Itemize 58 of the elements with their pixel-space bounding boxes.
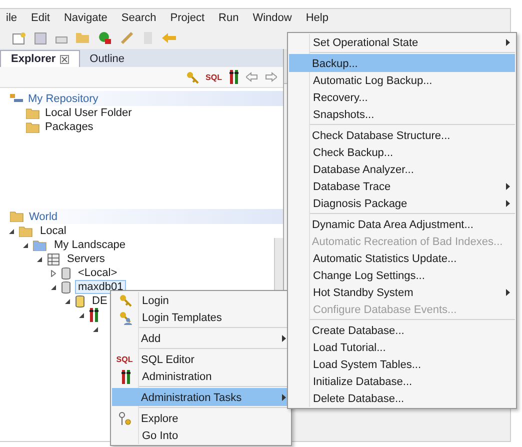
submenu-arrow-icon bbox=[506, 289, 510, 296]
submenu-arrow-icon bbox=[282, 394, 286, 401]
sql-icon: SQL bbox=[116, 355, 133, 364]
database-icon bbox=[75, 294, 85, 308]
expanded-arrow-icon[interactable] bbox=[51, 284, 56, 290]
menu-bar-item[interactable]: Search bbox=[121, 12, 156, 24]
menu-bar-item[interactable]: ile bbox=[6, 12, 18, 24]
tab[interactable]: Explorer bbox=[0, 50, 80, 67]
tree-item[interactable]: Local User Folder bbox=[45, 107, 132, 119]
tree-item[interactable]: maxdb01 bbox=[75, 280, 126, 294]
expanded-arrow-icon[interactable] bbox=[9, 228, 14, 234]
forward-icon[interactable] bbox=[265, 72, 277, 82]
new-icon[interactable] bbox=[12, 32, 26, 44]
bottles-icon bbox=[89, 308, 99, 322]
key-icon bbox=[119, 294, 132, 307]
folder-icon bbox=[33, 240, 47, 250]
submenu-arrow-icon bbox=[506, 200, 510, 207]
tree-item[interactable]: <Local> bbox=[75, 266, 120, 280]
server-list-icon bbox=[47, 252, 60, 266]
bottles-icon bbox=[120, 370, 130, 384]
menu-bar-item[interactable]: Run bbox=[218, 12, 239, 24]
menu-bar-item[interactable]: Edit bbox=[31, 12, 50, 24]
menu-bar-item[interactable]: Window bbox=[252, 12, 292, 24]
submenu-arrow-icon bbox=[506, 39, 510, 46]
database-icon bbox=[61, 280, 71, 294]
tree-item[interactable]: My Landscape bbox=[51, 238, 129, 252]
menu-bar-item[interactable]: Project bbox=[170, 12, 205, 24]
explore-icon bbox=[118, 412, 132, 426]
expanded-arrow-icon[interactable] bbox=[79, 312, 84, 318]
close-icon[interactable] bbox=[60, 54, 69, 64]
menu-item[interactable]: Administration Tasks bbox=[112, 385, 290, 406]
repository-icon bbox=[10, 94, 23, 104]
bottles-icon bbox=[229, 70, 239, 84]
tree-item[interactable]: DE bbox=[89, 294, 110, 308]
section-title: My Repository bbox=[28, 92, 98, 104]
expanded-arrow-icon[interactable] bbox=[37, 256, 42, 262]
key-icon bbox=[186, 70, 199, 84]
submenu-arrow-icon bbox=[282, 335, 286, 342]
expanded-arrow-icon[interactable] bbox=[93, 326, 98, 332]
save-icon[interactable] bbox=[34, 32, 47, 44]
folder-icon bbox=[10, 211, 24, 222]
tree-item[interactable]: Local bbox=[37, 224, 70, 238]
run-icon[interactable] bbox=[98, 31, 112, 45]
collapsed-arrow-icon[interactable] bbox=[51, 270, 56, 276]
sql-icon[interactable]: SQL bbox=[206, 72, 222, 82]
menu-item[interactable]: Backup... bbox=[289, 51, 515, 72]
back-icon[interactable] bbox=[246, 72, 258, 82]
menu-bar-item[interactable]: Help bbox=[306, 12, 328, 24]
tree-item[interactable]: Packages bbox=[45, 121, 94, 133]
section-title: World bbox=[29, 210, 58, 222]
expanded-arrow-icon[interactable] bbox=[65, 298, 70, 304]
expanded-arrow-icon[interactable] bbox=[23, 242, 28, 248]
tree-item[interactable]: Servers bbox=[64, 252, 108, 266]
database-icon bbox=[61, 266, 71, 280]
submenu-arrow-icon bbox=[506, 183, 510, 190]
key-person-icon bbox=[118, 310, 132, 324]
menu-bar-item[interactable]: Navigate bbox=[64, 12, 108, 24]
folder-icon bbox=[26, 122, 40, 132]
